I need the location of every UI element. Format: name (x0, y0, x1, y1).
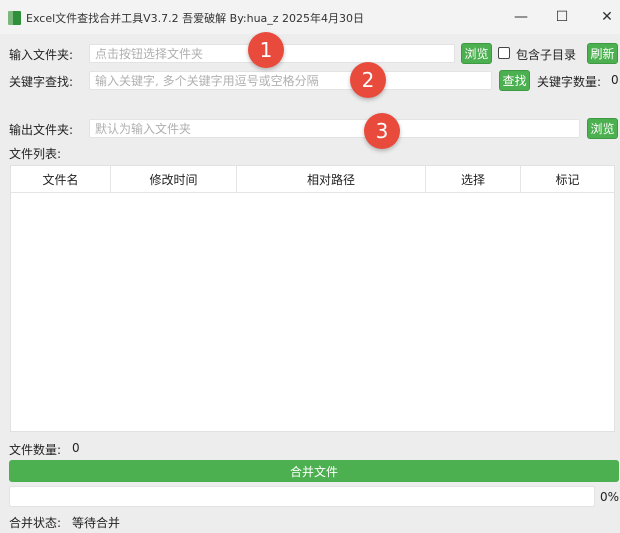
keyword-label: 关键字查找: (9, 75, 74, 89)
progress-percent: 0% (600, 490, 620, 504)
merge-status-value: 等待合并 (72, 516, 121, 530)
input-folder-label: 输入文件夹: (9, 48, 74, 62)
annotation-badge-2: 2 (350, 62, 386, 98)
excel-app-icon (8, 11, 21, 25)
maximize-button[interactable]: ☐ (545, 6, 579, 28)
minimize-button[interactable]: — (504, 6, 538, 28)
merge-status-label: 合并状态: (9, 516, 62, 530)
column-header-filename[interactable]: 文件名 (11, 166, 111, 193)
column-header-mark[interactable]: 标记 (521, 166, 614, 193)
include-subdirs-label: 包含子目录 (516, 48, 577, 62)
merge-files-button[interactable]: 合并文件 (9, 460, 619, 482)
merge-progress-bar (9, 486, 595, 507)
title-bar: Excel文件查找合并工具V3.7.2 吾爱破解 By:hua_z 2025年4… (0, 0, 620, 34)
output-folder-field[interactable]: 默认为输入文件夹 (89, 119, 580, 138)
include-subdirs-checkbox[interactable] (498, 47, 510, 59)
close-button[interactable]: ✕ (590, 6, 620, 28)
input-browse-button[interactable]: 浏览 (461, 43, 492, 64)
column-header-select[interactable]: 选择 (426, 166, 521, 193)
annotation-badge-1: 1 (248, 32, 284, 68)
file-list-label: 文件列表: (9, 147, 62, 161)
file-count-value: 0 (72, 441, 80, 455)
file-table[interactable]: 文件名 修改时间 相对路径 选择 标记 (10, 165, 615, 432)
keyword-field[interactable]: 输入关键字, 多个关键字用逗号或空格分隔 (89, 71, 492, 90)
window-title: Excel文件查找合并工具V3.7.2 吾爱破解 By:hua_z 2025年4… (26, 12, 365, 25)
search-button[interactable]: 查找 (499, 70, 530, 91)
annotation-badge-3: 3 (364, 113, 400, 149)
keyword-count-value: 0 (611, 73, 619, 87)
output-folder-label: 输出文件夹: (9, 123, 74, 137)
output-browse-button[interactable]: 浏览 (587, 118, 618, 139)
file-table-header: 文件名 修改时间 相对路径 选择 标记 (11, 166, 614, 193)
column-header-modified-time[interactable]: 修改时间 (111, 166, 237, 193)
refresh-button[interactable]: 刷新 (587, 43, 618, 64)
file-count-label: 文件数量: (9, 443, 62, 457)
keyword-count-label: 关键字数量: (537, 75, 602, 89)
column-header-relative-path[interactable]: 相对路径 (237, 166, 426, 193)
